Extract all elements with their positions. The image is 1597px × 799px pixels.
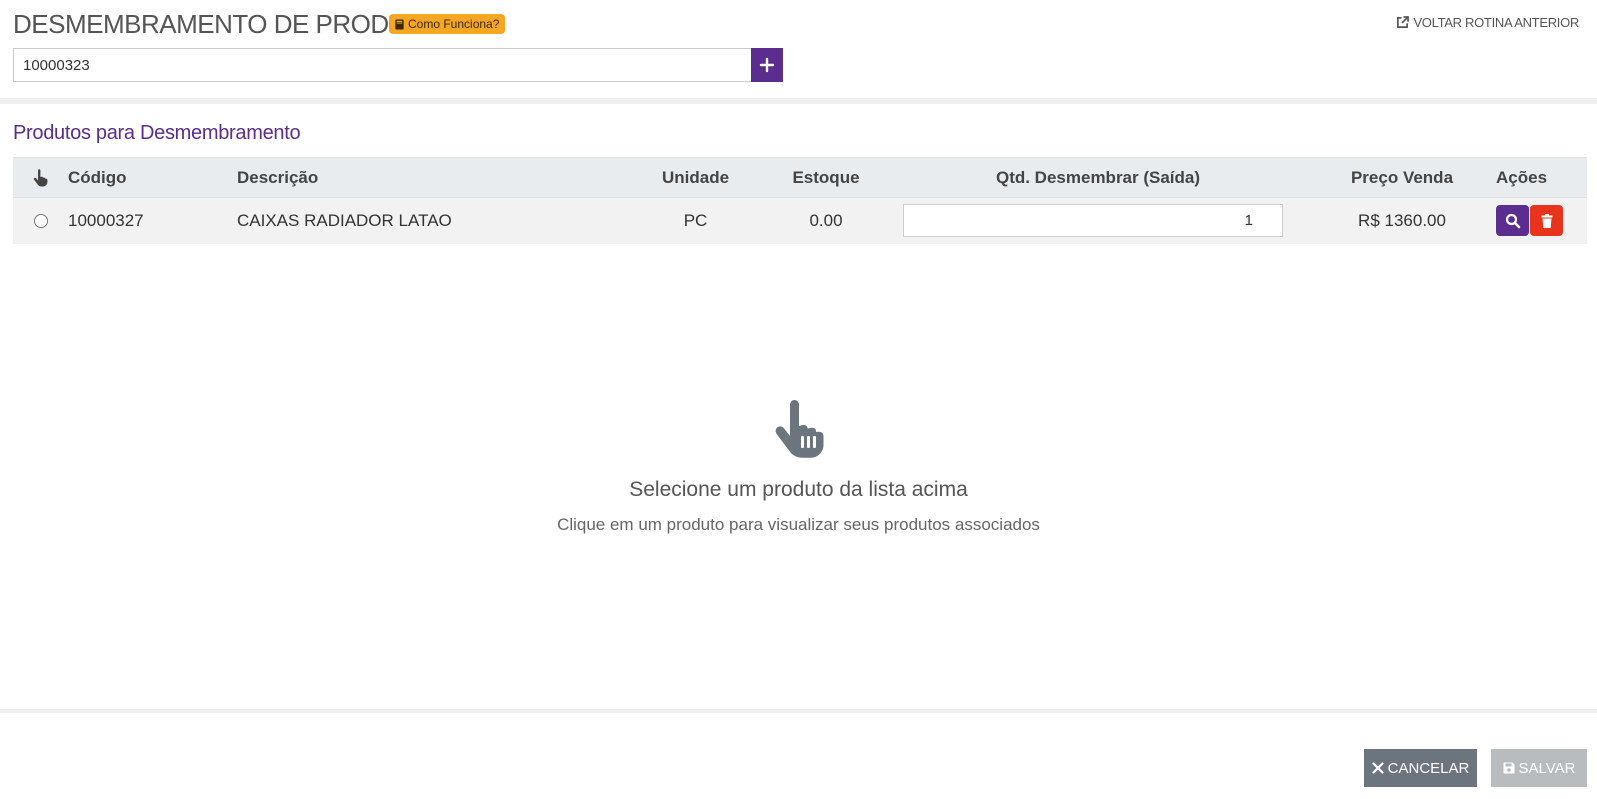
table-header-row: Código Descrição Unidade Estoque Qtd. De… xyxy=(13,157,1587,198)
unit-column-header: Unidade xyxy=(661,167,730,187)
row-description: CAIXAS RADIADOR LATAO xyxy=(237,210,452,230)
row-code: 10000327 xyxy=(68,210,144,230)
save-button[interactable]: SALVAR xyxy=(1491,749,1587,787)
floppy-disk-icon xyxy=(1503,762,1515,774)
qty-column-header: Qtd. Desmembrar (Saída) xyxy=(995,167,1201,187)
products-table: Código Descrição Unidade Estoque Qtd. De… xyxy=(13,157,1587,244)
empty-state: Selecione um produto da lista acima Cliq… xyxy=(0,400,1597,535)
row-select-cell xyxy=(13,198,68,244)
table-row[interactable]: 10000327 CAIXAS RADIADOR LATAO PC 0.00 R… xyxy=(13,197,1587,244)
page-header: DESMEMBRAMENTO DE PRODUTOS Como Funciona… xyxy=(0,0,1597,98)
price-column-header: Preço Venda xyxy=(1350,167,1454,187)
stock-column-header: Estoque xyxy=(792,167,860,187)
qty-input[interactable] xyxy=(903,204,1283,238)
back-link-label: VOLTAR ROTINA ANTERIOR xyxy=(1413,15,1579,30)
section-title: Produtos para Desmembramento xyxy=(13,122,301,144)
empty-state-subtitle: Clique em um produto para visualizar seu… xyxy=(557,515,1040,534)
hand-pointer-icon xyxy=(33,169,47,187)
delete-row-button[interactable] xyxy=(1530,205,1563,237)
row-select-radio[interactable] xyxy=(33,214,48,229)
view-associated-button[interactable] xyxy=(1496,205,1529,237)
book-icon xyxy=(395,18,404,30)
how-it-works-button[interactable]: Como Funciona? xyxy=(389,14,506,34)
row-price: R$ 1360.00 xyxy=(1358,210,1446,230)
back-previous-routine-link[interactable]: VOLTAR ROTINA ANTERIOR xyxy=(1396,15,1579,30)
row-unit: PC xyxy=(683,210,708,230)
code-column-header: Código xyxy=(68,167,127,187)
actions-column-header: Ações xyxy=(1496,167,1548,187)
trash-icon xyxy=(1541,213,1552,228)
search-icon xyxy=(1505,213,1520,229)
row-actions xyxy=(1496,198,1587,244)
row-stock: 0.00 xyxy=(809,210,843,230)
cancel-button[interactable]: CANCELAR xyxy=(1364,749,1477,787)
how-it-works-label: Como Funciona? xyxy=(408,17,500,31)
hand-pointer-icon xyxy=(775,400,823,458)
save-label: SALVAR xyxy=(1518,759,1576,777)
external-link-icon xyxy=(1397,16,1410,28)
description-column-header: Descrição xyxy=(237,167,319,187)
empty-state-title: Selecione um produto da lista acima xyxy=(629,478,968,501)
plus-icon xyxy=(759,57,775,73)
cancel-label: CANCELAR xyxy=(1387,759,1470,777)
add-product-button[interactable] xyxy=(751,48,783,82)
close-icon xyxy=(1372,762,1384,774)
product-code-input[interactable] xyxy=(13,48,751,82)
row-qty-cell xyxy=(888,198,1308,244)
header-divider xyxy=(0,98,1597,104)
footer-divider xyxy=(0,709,1597,713)
select-column-header xyxy=(13,158,68,198)
